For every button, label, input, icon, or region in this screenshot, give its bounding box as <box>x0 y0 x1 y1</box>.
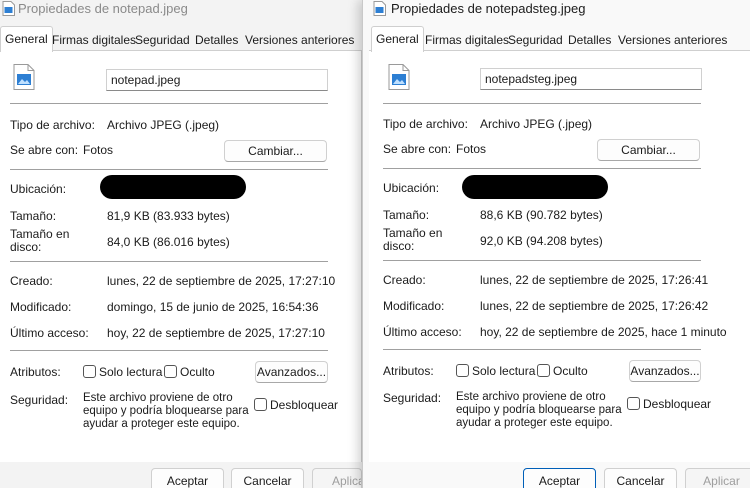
accessed-label: Último acceso: <box>10 326 89 340</box>
tab-general[interactable]: General <box>0 26 53 52</box>
disk-size-value: 84,0 KB (86.016 bytes) <box>107 235 230 249</box>
modified-value: domingo, 15 de junio de 2025, 16:54:36 <box>107 300 319 314</box>
button-bar: Aceptar Cancelar Aplicar <box>363 462 750 488</box>
attributes-label: Atributos: <box>383 364 434 378</box>
redacted-location <box>462 175 608 199</box>
divider <box>383 260 701 261</box>
opens-with-label: Se abre con: <box>10 143 79 157</box>
properties-window-notepad: Propiedades de notepad.jpeg General Firm… <box>0 0 362 488</box>
location-label: Ubicación: <box>10 182 67 196</box>
tab-versiones-anteriores[interactable]: Versiones anteriores <box>614 29 731 50</box>
security-message: Este archivo proviene de otro equipo y p… <box>83 392 249 430</box>
readonly-checkbox[interactable] <box>456 364 469 377</box>
disk-size-label: Tamaño en disco: <box>383 226 443 253</box>
jpeg-file-icon <box>13 64 35 90</box>
apply-button[interactable]: Aplicar <box>685 468 750 488</box>
readonly-label[interactable]: Solo lectura <box>472 364 535 378</box>
filename-field[interactable]: notepadsteg.jpeg <box>480 68 702 90</box>
created-value: lunes, 22 de septiembre de 2025, 17:26:4… <box>480 273 709 287</box>
size-label: Tamaño: <box>10 209 57 223</box>
advanced-button[interactable]: Avanzados... <box>255 361 328 383</box>
cancel-button[interactable]: Cancelar <box>604 468 677 488</box>
hidden-checkbox[interactable] <box>164 365 177 378</box>
unblock-checkbox[interactable] <box>254 398 267 411</box>
unblock-checkbox[interactable] <box>627 397 640 410</box>
jpeg-file-icon <box>2 1 15 16</box>
modified-value: lunes, 22 de septiembre de 2025, 17:26:4… <box>480 299 709 313</box>
divider <box>10 261 328 262</box>
tab-strip: General Firmas digitales Seguridad Detal… <box>363 26 750 52</box>
ok-button[interactable]: Aceptar <box>151 468 224 488</box>
size-value: 88,6 KB (90.782 bytes) <box>480 208 603 222</box>
divider <box>10 103 328 104</box>
filename-field[interactable]: notepad.jpeg <box>106 69 328 91</box>
ok-button[interactable]: Aceptar <box>523 468 596 488</box>
file-type-label: Tipo de archivo: <box>383 117 468 131</box>
divider <box>383 103 701 104</box>
cancel-button[interactable]: Cancelar <box>231 468 304 488</box>
window-title: Propiedades de notepadsteg.jpeg <box>391 1 586 16</box>
modified-label: Modificado: <box>383 299 445 313</box>
opens-with-label: Se abre con: <box>383 142 452 156</box>
divider <box>383 168 701 169</box>
title-bar[interactable]: Propiedades de notepad.jpeg <box>0 0 362 20</box>
unblock-label[interactable]: Desbloquear <box>270 398 338 412</box>
size-label: Tamaño: <box>383 208 430 222</box>
advanced-button[interactable]: Avanzados... <box>629 360 701 382</box>
tab-firmas-digitales[interactable]: Firmas digitales <box>48 29 140 50</box>
disk-size-label: Tamaño en disco: <box>10 227 70 254</box>
tab-versiones-anteriores[interactable]: Versiones anteriores <box>241 29 358 50</box>
modified-label: Modificado: <box>10 300 72 314</box>
apply-button[interactable]: Aplicar <box>312 468 362 488</box>
tab-seguridad[interactable]: Seguridad <box>504 29 567 50</box>
security-label: Seguridad: <box>383 391 442 405</box>
change-button[interactable]: Cambiar... <box>597 139 700 161</box>
divider <box>10 350 328 351</box>
hidden-label[interactable]: Oculto <box>180 365 215 379</box>
file-type-value: Archivo JPEG (.jpeg) <box>480 117 593 131</box>
readonly-checkbox[interactable] <box>83 365 96 378</box>
tab-general[interactable]: General <box>371 26 424 52</box>
window-title: Propiedades de notepad.jpeg <box>18 1 188 16</box>
disk-size-value: 92,0 KB (94.208 bytes) <box>480 234 603 248</box>
unblock-label[interactable]: Desbloquear <box>643 397 711 411</box>
opens-with-value: Fotos <box>83 143 114 157</box>
security-label: Seguridad: <box>10 393 69 407</box>
tab-firmas-digitales[interactable]: Firmas digitales <box>421 29 513 50</box>
tab-seguridad[interactable]: Seguridad <box>131 29 194 50</box>
created-label: Creado: <box>10 274 53 288</box>
divider <box>10 169 328 170</box>
jpeg-file-icon <box>373 1 386 16</box>
jpeg-file-icon <box>388 64 410 90</box>
accessed-label: Último acceso: <box>383 325 462 339</box>
accessed-value: hoy, 22 de septiembre de 2025, hace 1 mi… <box>480 325 727 339</box>
properties-window-notepadsteg: Propiedades de notepadsteg.jpeg General … <box>362 0 750 488</box>
accessed-value: hoy, 22 de septiembre de 2025, 17:27:10 <box>107 326 325 340</box>
redacted-location <box>100 175 246 199</box>
created-value: lunes, 22 de septiembre de 2025, 17:27:1… <box>107 274 336 288</box>
change-button[interactable]: Cambiar... <box>224 140 327 162</box>
tab-detalles[interactable]: Detalles <box>191 29 242 50</box>
created-label: Creado: <box>383 273 426 287</box>
readonly-label[interactable]: Solo lectura <box>99 365 162 379</box>
hidden-label[interactable]: Oculto <box>553 364 588 378</box>
button-bar: Aceptar Cancelar Aplicar <box>0 462 362 488</box>
size-value: 81,9 KB (83.933 bytes) <box>107 209 230 223</box>
file-type-label: Tipo de archivo: <box>10 118 95 132</box>
opens-with-value: Fotos <box>456 142 487 156</box>
general-panel: notepad.jpeg Tipo de archivo: Archivo JP… <box>0 50 362 488</box>
title-bar[interactable]: Propiedades de notepadsteg.jpeg <box>363 0 750 20</box>
tab-strip: General Firmas digitales Seguridad Detal… <box>0 26 362 52</box>
divider <box>383 349 701 350</box>
general-panel: notepadsteg.jpeg Tipo de archivo: Archiv… <box>369 50 750 488</box>
hidden-checkbox[interactable] <box>537 364 550 377</box>
file-type-value: Archivo JPEG (.jpeg) <box>107 118 220 132</box>
security-message: Este archivo proviene de otro equipo y p… <box>456 391 622 429</box>
attributes-label: Atributos: <box>10 365 61 379</box>
tab-detalles[interactable]: Detalles <box>564 29 615 50</box>
location-label: Ubicación: <box>383 181 440 195</box>
